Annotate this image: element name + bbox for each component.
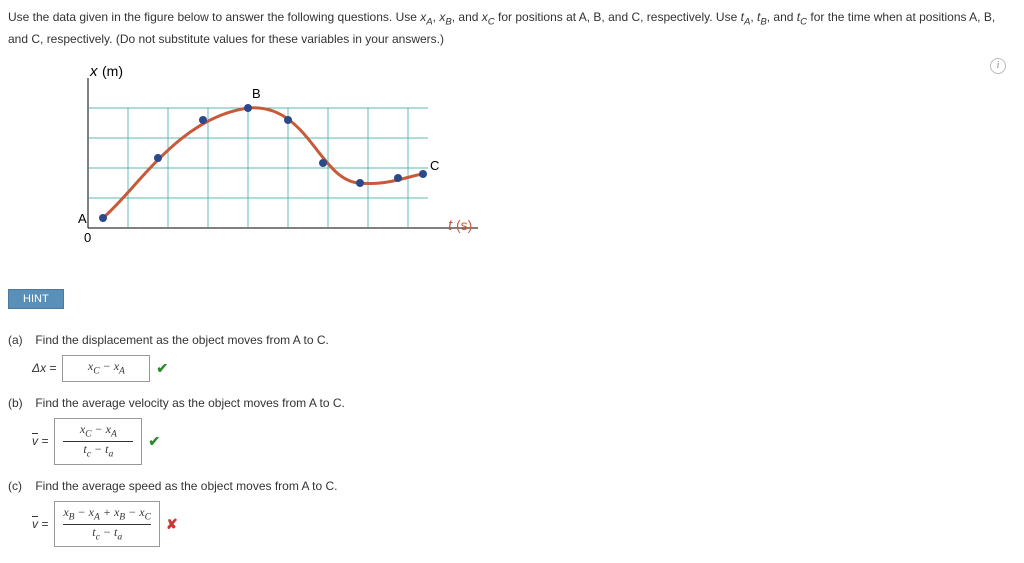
answer-input-a[interactable]: xC − xA bbox=[62, 355, 150, 382]
svg-text:C: C bbox=[430, 158, 439, 173]
check-icon: ✔ bbox=[148, 433, 160, 450]
hint-button[interactable]: HINT bbox=[8, 289, 64, 309]
svg-text:B: B bbox=[252, 86, 261, 101]
answer-row-b: v = xC − xA tc − ta ✔ bbox=[32, 418, 1016, 465]
question-a: (a) Find the displacement as the object … bbox=[8, 333, 1016, 347]
lhs-a: Δx = bbox=[32, 361, 56, 375]
answer-row-c: v = xB − xA + xB − xC tc − ta ✘ bbox=[32, 501, 1016, 548]
question-c: (c) Find the average speed as the object… bbox=[8, 479, 1016, 493]
info-icon[interactable]: i bbox=[990, 58, 1006, 74]
question-label-c: (c) bbox=[8, 479, 32, 493]
question-text-c: Find the average speed as the object mov… bbox=[35, 479, 337, 493]
lhs-b: v = bbox=[32, 434, 48, 448]
x-icon: ✘ bbox=[166, 516, 178, 533]
question-label-a: (a) bbox=[8, 333, 32, 347]
svg-text:(s): (s) bbox=[456, 217, 472, 233]
answer-row-a: Δx = xC − xA ✔ bbox=[32, 355, 1016, 382]
svg-text:t: t bbox=[448, 217, 453, 234]
check-icon: ✔ bbox=[156, 360, 168, 377]
position-time-graph: A B C 0 x (m) t (s) i bbox=[48, 58, 1016, 261]
lhs-c: v = bbox=[32, 517, 48, 531]
svg-text:(m): (m) bbox=[102, 63, 123, 79]
problem-instructions: Use the data given in the figure below t… bbox=[8, 8, 1016, 48]
question-label-b: (b) bbox=[8, 396, 32, 410]
answer-input-b[interactable]: xC − xA tc − ta bbox=[54, 418, 142, 465]
svg-text:0: 0 bbox=[84, 230, 91, 245]
svg-text:x: x bbox=[89, 63, 98, 80]
question-b: (b) Find the average velocity as the obj… bbox=[8, 396, 1016, 410]
question-text-b: Find the average velocity as the object … bbox=[35, 396, 345, 410]
answer-input-c[interactable]: xB − xA + xB − xC tc − ta bbox=[54, 501, 160, 548]
question-text-a: Find the displacement as the object move… bbox=[35, 333, 328, 347]
svg-text:A: A bbox=[78, 211, 87, 226]
